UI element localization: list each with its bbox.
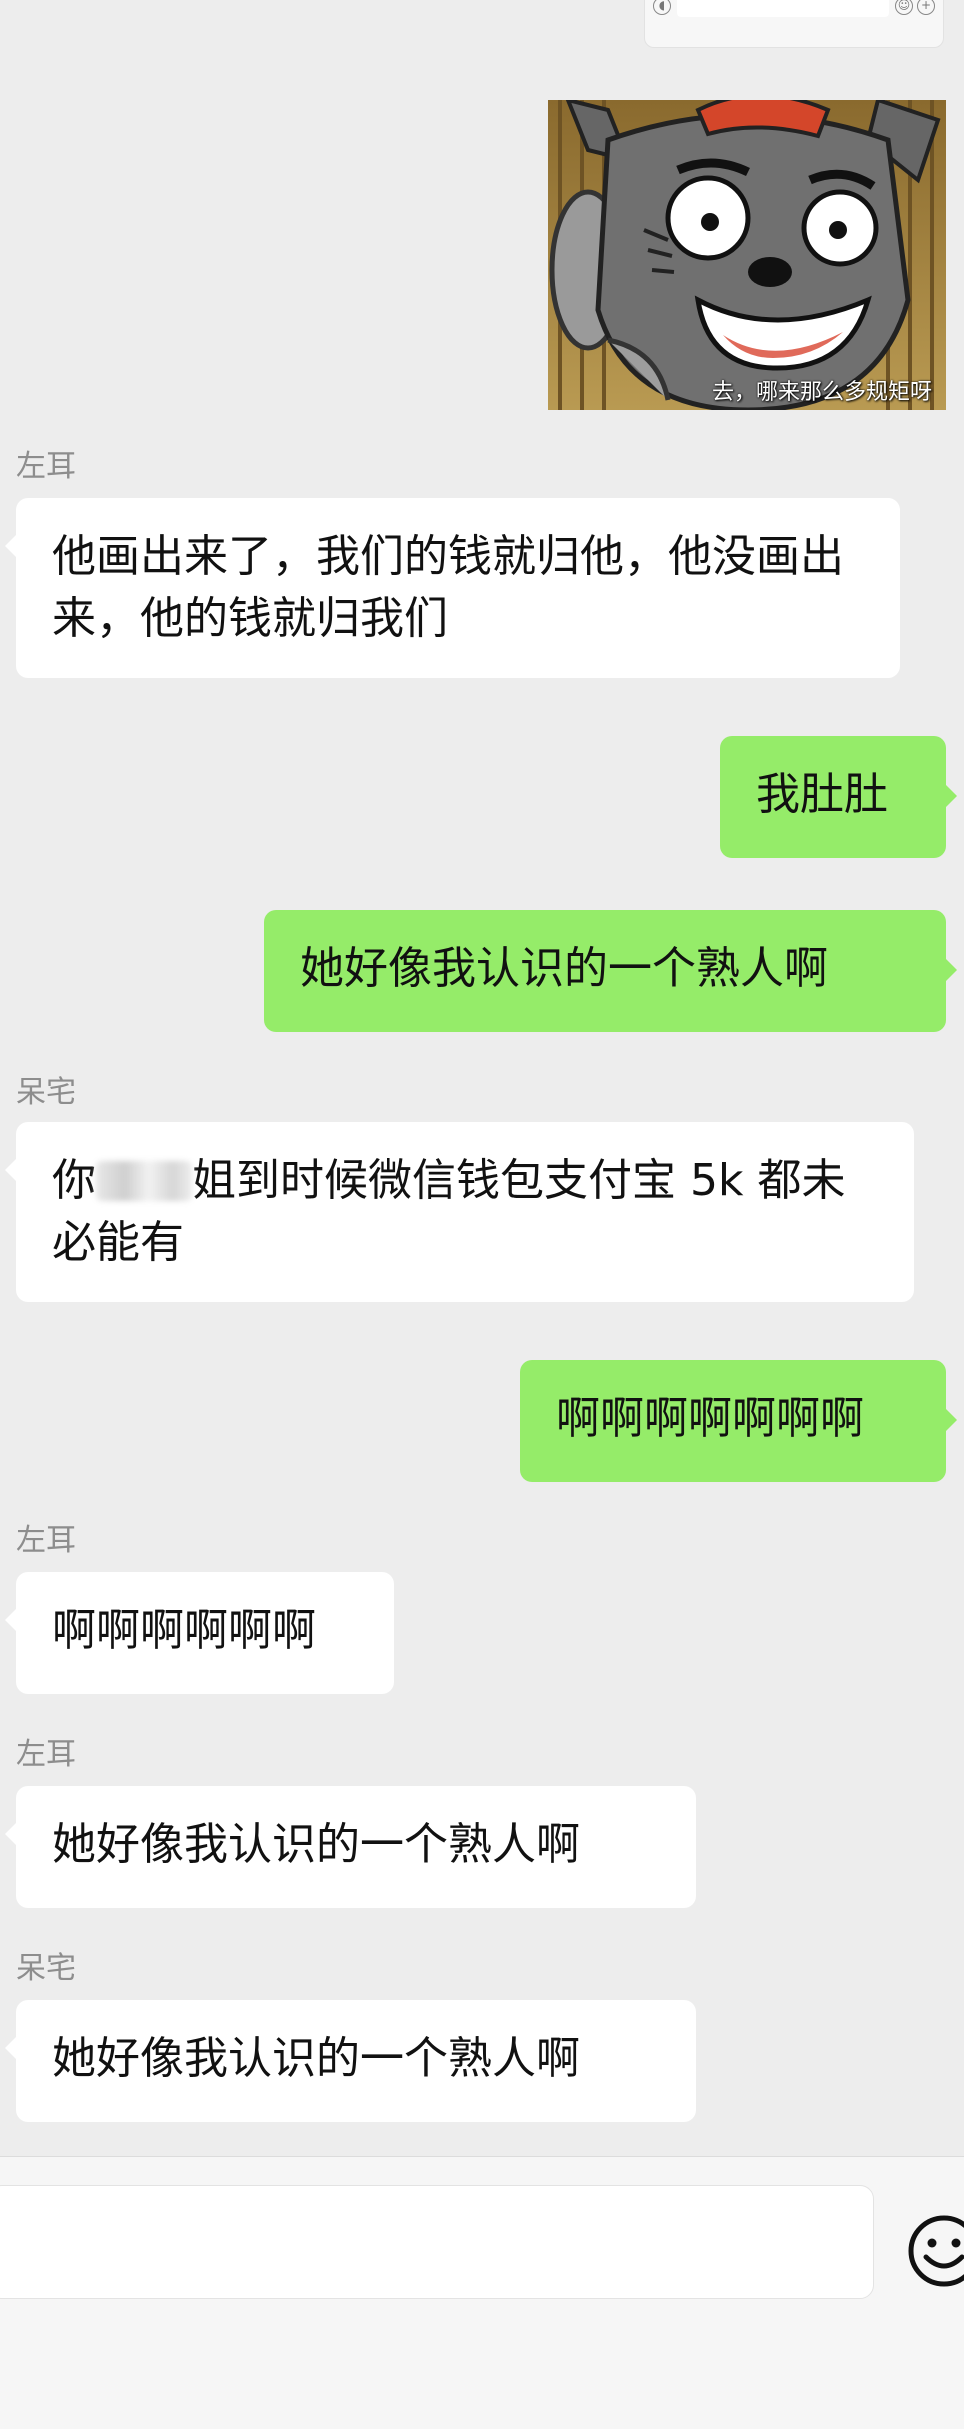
incoming-message-bubble[interactable]: 她好像我认识的一个熟人啊: [5, 2000, 696, 2122]
blurred-redaction: [96, 1161, 192, 1201]
outgoing-message-bubble[interactable]: 啊啊啊啊啊啊啊: [520, 1360, 957, 1482]
incoming-message-bubble[interactable]: 他画出来了，我们的钱就归他，他没画出来，他的钱就归我们: [5, 498, 900, 678]
grey-wolf-sticker-art: [548, 100, 946, 410]
smiley-face-icon[interactable]: [906, 2213, 964, 2289]
chat-input-bar: [0, 2156, 964, 2429]
message-text: 她好像我认识的一个熟人啊: [300, 943, 828, 994]
message-text: 啊啊啊啊啊啊: [52, 1605, 316, 1656]
message-text: 她好像我认识的一个熟人啊: [52, 1819, 580, 1870]
message-text: 她好像我认识的一个熟人啊: [52, 2033, 580, 2084]
incoming-message-bubble[interactable]: 她好像我认识的一个熟人啊: [5, 1786, 696, 1908]
sticker-image[interactable]: 去，哪来那么多规矩呀: [548, 100, 946, 410]
voice-icon: ◖: [653, 0, 671, 15]
message-text: 我肚肚: [756, 769, 888, 820]
incoming-message-bubble[interactable]: 你姐到时候微信钱包支付宝 5k 都未必能有: [5, 1122, 914, 1302]
sender-name: 左耳: [16, 1523, 76, 1558]
sticker-caption: 去，哪来那么多规矩呀: [711, 380, 932, 405]
emoji-icon: ☺: [895, 0, 913, 15]
message-text: 他画出来了，我们的钱就归他，他没画出来，他的钱就归我们: [52, 531, 844, 644]
sender-name: 呆宅: [16, 1951, 76, 1986]
sender-name: 左耳: [16, 1737, 76, 1772]
quoted-card-field: [677, 0, 889, 17]
outgoing-message-bubble[interactable]: 她好像我认识的一个熟人啊: [264, 910, 957, 1032]
plus-icon: +: [917, 0, 935, 15]
sender-name: 呆宅: [16, 1075, 76, 1110]
outgoing-message-bubble[interactable]: 我肚肚: [720, 736, 957, 858]
sender-name: 左耳: [16, 449, 76, 484]
message-text-start: 你: [52, 1155, 96, 1206]
message-text: 啊啊啊啊啊啊啊: [556, 1393, 864, 1444]
quoted-card[interactable]: ◖ ☺ +: [644, 0, 944, 48]
message-input[interactable]: [0, 2185, 874, 2299]
incoming-message-bubble[interactable]: 啊啊啊啊啊啊: [5, 1572, 394, 1694]
